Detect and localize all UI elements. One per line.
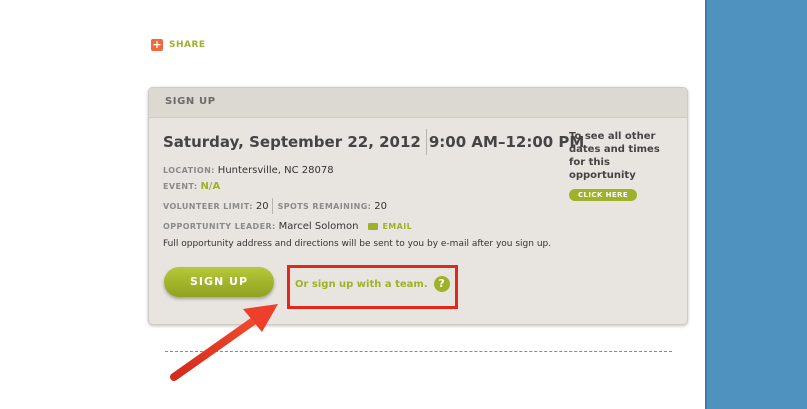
volunteer-limit-label: VOLUNTEER LIMIT: [163,201,253,211]
event-label: EVENT: [163,182,198,191]
divider [271,198,273,214]
location-value: Huntersville, NC 28078 [217,165,334,176]
sidebar-edge [705,0,707,409]
location-label: LOCATION: [163,166,215,175]
team-signup-label: Or sign up with a team. [295,278,428,290]
spots-remaining-value: 20 [374,200,388,212]
leader-row: OPPORTUNITY LEADER: Marcel Solomon EMAIL [163,221,412,232]
help-icon[interactable]: ? [433,276,450,292]
leader-value: Marcel Solomon [278,221,359,232]
card-header: SIGN UP [149,88,687,118]
share-link[interactable]: + SHARE [151,39,206,51]
click-here-button[interactable]: CLICK HERE [569,189,638,201]
plus-icon: + [151,38,163,51]
other-dates-text: To see all other dates and times for thi… [569,131,660,181]
event-row: EVENT: N/A [163,181,220,192]
event-value: N/A [200,181,221,192]
share-label: SHARE [169,40,206,50]
location-row: LOCATION: Huntersville, NC 28078 [163,165,334,176]
annotation-arrow-icon [170,304,278,381]
leader-label: OPPORTUNITY LEADER: [163,222,276,231]
other-dates-box: To see all other dates and times for thi… [569,130,679,201]
email-leader-link[interactable]: EMAIL [368,222,412,231]
divider [425,129,427,155]
signup-button[interactable]: SIGN UP [164,267,274,297]
address-note: Full opportunity address and directions … [163,239,552,249]
volunteer-limit-value: 20 [255,200,269,212]
date-time-line: Saturday, September 22, 2012 9:00 AM–12:… [163,129,584,155]
limits-row: VOLUNTEER LIMIT: 20 SPOTS REMAINING: 20 [163,198,387,214]
event-time: 9:00 AM–12:00 PM [428,133,585,151]
email-label: EMAIL [382,222,413,231]
right-sidebar-panel [705,0,807,409]
envelope-icon [368,223,379,230]
event-date: Saturday, September 22, 2012 [163,133,421,151]
card-header-title: SIGN UP [165,96,216,107]
spots-remaining-label: SPOTS REMAINING: [277,201,372,211]
team-signup-link[interactable]: Or sign up with a team. ? [295,276,450,292]
